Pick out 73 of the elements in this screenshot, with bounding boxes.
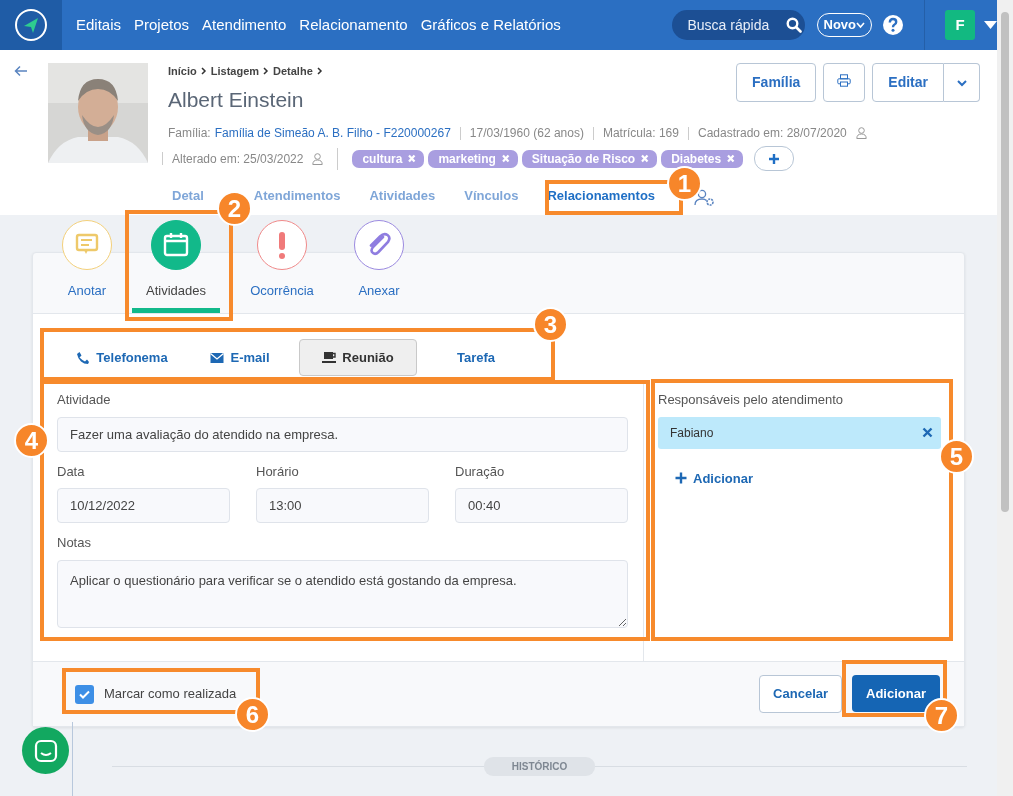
dropdown-button[interactable] xyxy=(944,63,980,102)
meta-text: Alterado em: 25/03/2022 xyxy=(172,150,304,168)
remove-icon xyxy=(405,154,417,163)
activity-type-tab[interactable]: Tarefa xyxy=(417,339,535,376)
input-field[interactable]: 13:00 xyxy=(256,488,429,523)
search-icon xyxy=(785,17,802,33)
family-link[interactable]: Família de Simeão A. B. Filho - F220000267 xyxy=(214,124,451,142)
meta-text: 17/03/1960 (62 anos) xyxy=(469,125,584,142)
tab[interactable]: Atendimentos xyxy=(253,181,341,215)
input-field[interactable]: Fazer uma avaliação do atendido na empresa. xyxy=(57,416,628,452)
help-icon[interactable] xyxy=(882,14,904,36)
input-field[interactable]: 10/12/2022 xyxy=(57,488,230,523)
tab[interactable]: Relacionamentos xyxy=(547,181,656,215)
chat-button[interactable] xyxy=(22,727,69,774)
nav-link[interactable]: Projetos xyxy=(134,13,190,37)
field-label: Notas xyxy=(57,534,92,552)
person-icon xyxy=(312,152,324,165)
edit-button[interactable]: Editar xyxy=(872,63,944,102)
nav-link[interactable]: Gráficos e Relatórios xyxy=(420,13,561,37)
section-label: HISTÓRICO xyxy=(483,757,596,776)
print-button[interactable] xyxy=(823,63,866,102)
breadcrumb-current[interactable]: Detalhe xyxy=(273,63,313,80)
family-button[interactable]: Família xyxy=(736,63,817,102)
search-input[interactable]: Busca rápida xyxy=(685,13,786,37)
scrollbar[interactable] xyxy=(997,0,1013,796)
user-avatar[interactable]: F xyxy=(945,10,975,40)
nav-link[interactable]: Relacionamento xyxy=(299,13,408,37)
panel-title: Responsáveis pelo atendimento xyxy=(658,391,844,409)
caret-icon[interactable] xyxy=(984,21,997,29)
exclamation-icon xyxy=(278,231,286,259)
field-label: Data xyxy=(57,462,86,481)
activity-type-tab[interactable]: Telefonema xyxy=(63,339,181,376)
add-link[interactable]: Adicionar xyxy=(675,468,753,488)
activity-type-tab[interactable]: E-mail xyxy=(181,339,299,376)
checkbox-label: Marcar como realizada xyxy=(104,685,237,704)
nav-link[interactable]: Editais xyxy=(76,13,122,37)
action-tab[interactable]: Anotar xyxy=(42,220,132,313)
breadcrumb-link[interactable]: Listagem xyxy=(210,63,260,80)
person-name: Fabiano xyxy=(670,424,714,442)
checkbox[interactable] xyxy=(75,684,94,704)
cancel-button[interactable]: Cancelar xyxy=(759,675,843,713)
printer-icon xyxy=(837,74,852,87)
meta-text: Matrícula: 169 xyxy=(602,125,679,142)
person-name: Albert Einstein xyxy=(168,86,305,113)
caret-icon xyxy=(956,80,967,87)
field-label: Duração xyxy=(455,462,506,481)
envelope-icon xyxy=(210,351,225,364)
input-field[interactable]: Aplicar o questionário para verificar se o atendido está gostando da empresa. xyxy=(57,559,628,628)
phone-icon xyxy=(76,351,91,364)
search-field[interactable]: Busca rápida xyxy=(671,10,805,40)
add-tag-button[interactable] xyxy=(754,146,795,171)
back-arrow-icon[interactable] xyxy=(14,65,28,77)
family-label: Família: xyxy=(168,125,211,142)
remove-icon xyxy=(724,154,736,163)
activity-type-tab[interactable]: Reunião xyxy=(299,339,417,376)
field-label: Atividade xyxy=(57,391,112,409)
remove-icon[interactable] xyxy=(922,427,933,438)
plus-icon xyxy=(768,152,781,165)
plus-icon xyxy=(675,472,687,485)
breadcrumb-link[interactable]: Início xyxy=(168,63,197,80)
logo-icon xyxy=(14,8,48,42)
user-settings-icon[interactable] xyxy=(694,188,717,207)
chat-bubble-icon xyxy=(33,738,58,763)
check-icon xyxy=(79,689,90,699)
coffee-cup-icon xyxy=(322,351,337,364)
input-field[interactable]: 00:40 xyxy=(455,488,628,523)
field-label: Horário xyxy=(256,462,300,481)
action-tab[interactable]: Anexar xyxy=(344,220,414,313)
meta-text: Cadastrado em: 28/07/2020 xyxy=(697,125,847,142)
caret-icon xyxy=(856,21,865,30)
person-icon xyxy=(855,127,867,139)
remove-icon xyxy=(638,154,650,163)
nav-link[interactable]: Atendimento xyxy=(202,13,287,37)
